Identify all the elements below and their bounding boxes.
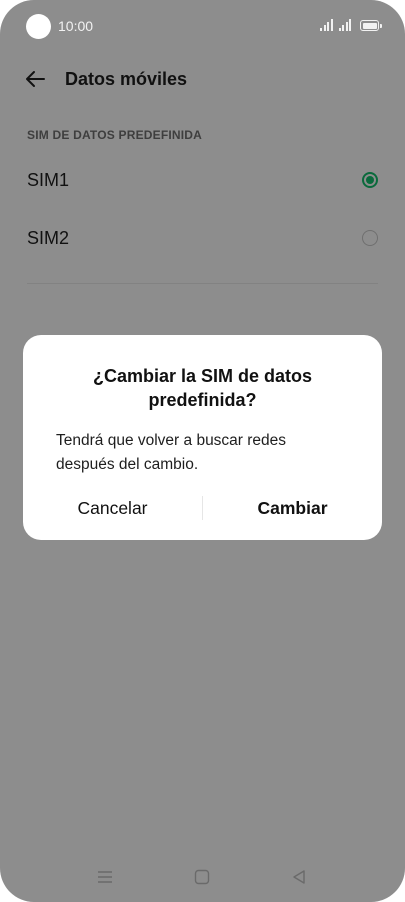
status-time: 10:00	[58, 18, 94, 34]
sim1-option[interactable]: SIM1	[0, 154, 405, 208]
triangle-back-icon	[293, 870, 305, 884]
dialog-message: Tendrá que volver a buscar redes después…	[56, 429, 352, 477]
navigation-bar	[0, 862, 405, 892]
page-title: Datos móviles	[65, 69, 188, 89]
section-header: SIM DE DATOS PREDEFINIDA	[27, 128, 203, 142]
sim1-label: SIM1	[27, 170, 70, 190]
signal-icon	[338, 19, 351, 31]
app-bar: Datos móviles	[0, 60, 405, 100]
change-button[interactable]: Cambiar	[203, 493, 382, 523]
sim2-radio[interactable]	[362, 230, 378, 246]
status-icons	[320, 19, 382, 31]
dialog-title-line: predefinida?	[148, 390, 257, 410]
sim2-option[interactable]: SIM2	[0, 212, 405, 266]
square-home-icon	[194, 869, 210, 885]
confirm-dialog: ¿Cambiar la SIM de datos predefinida? Te…	[23, 335, 382, 540]
sim2-label: SIM2	[27, 228, 70, 248]
menu-lines-icon	[98, 871, 112, 883]
cancel-button[interactable]: Cancelar	[23, 493, 202, 523]
home-button[interactable]	[187, 862, 217, 892]
camera-cutout	[26, 14, 51, 39]
battery-icon	[360, 20, 382, 31]
status-bar: 10:00	[0, 0, 405, 56]
dialog-title: ¿Cambiar la SIM de datos predefinida?	[43, 364, 362, 412]
signal-icon	[320, 19, 333, 31]
back-button[interactable]	[284, 862, 314, 892]
back-arrow-icon[interactable]	[24, 68, 46, 90]
sim1-radio[interactable]	[362, 172, 378, 188]
recent-apps-button[interactable]	[90, 862, 120, 892]
dialog-actions: Cancelar Cambiar	[23, 493, 382, 523]
dialog-message-line: después del cambio.	[56, 456, 199, 473]
screen: 10:00 Datos móviles SIM DE DATOS PREDEFI…	[0, 0, 405, 902]
dialog-message-line: Tendrá que volver a buscar redes	[56, 432, 287, 449]
divider	[27, 283, 378, 284]
dialog-title-line: ¿Cambiar la SIM de datos	[92, 366, 313, 386]
